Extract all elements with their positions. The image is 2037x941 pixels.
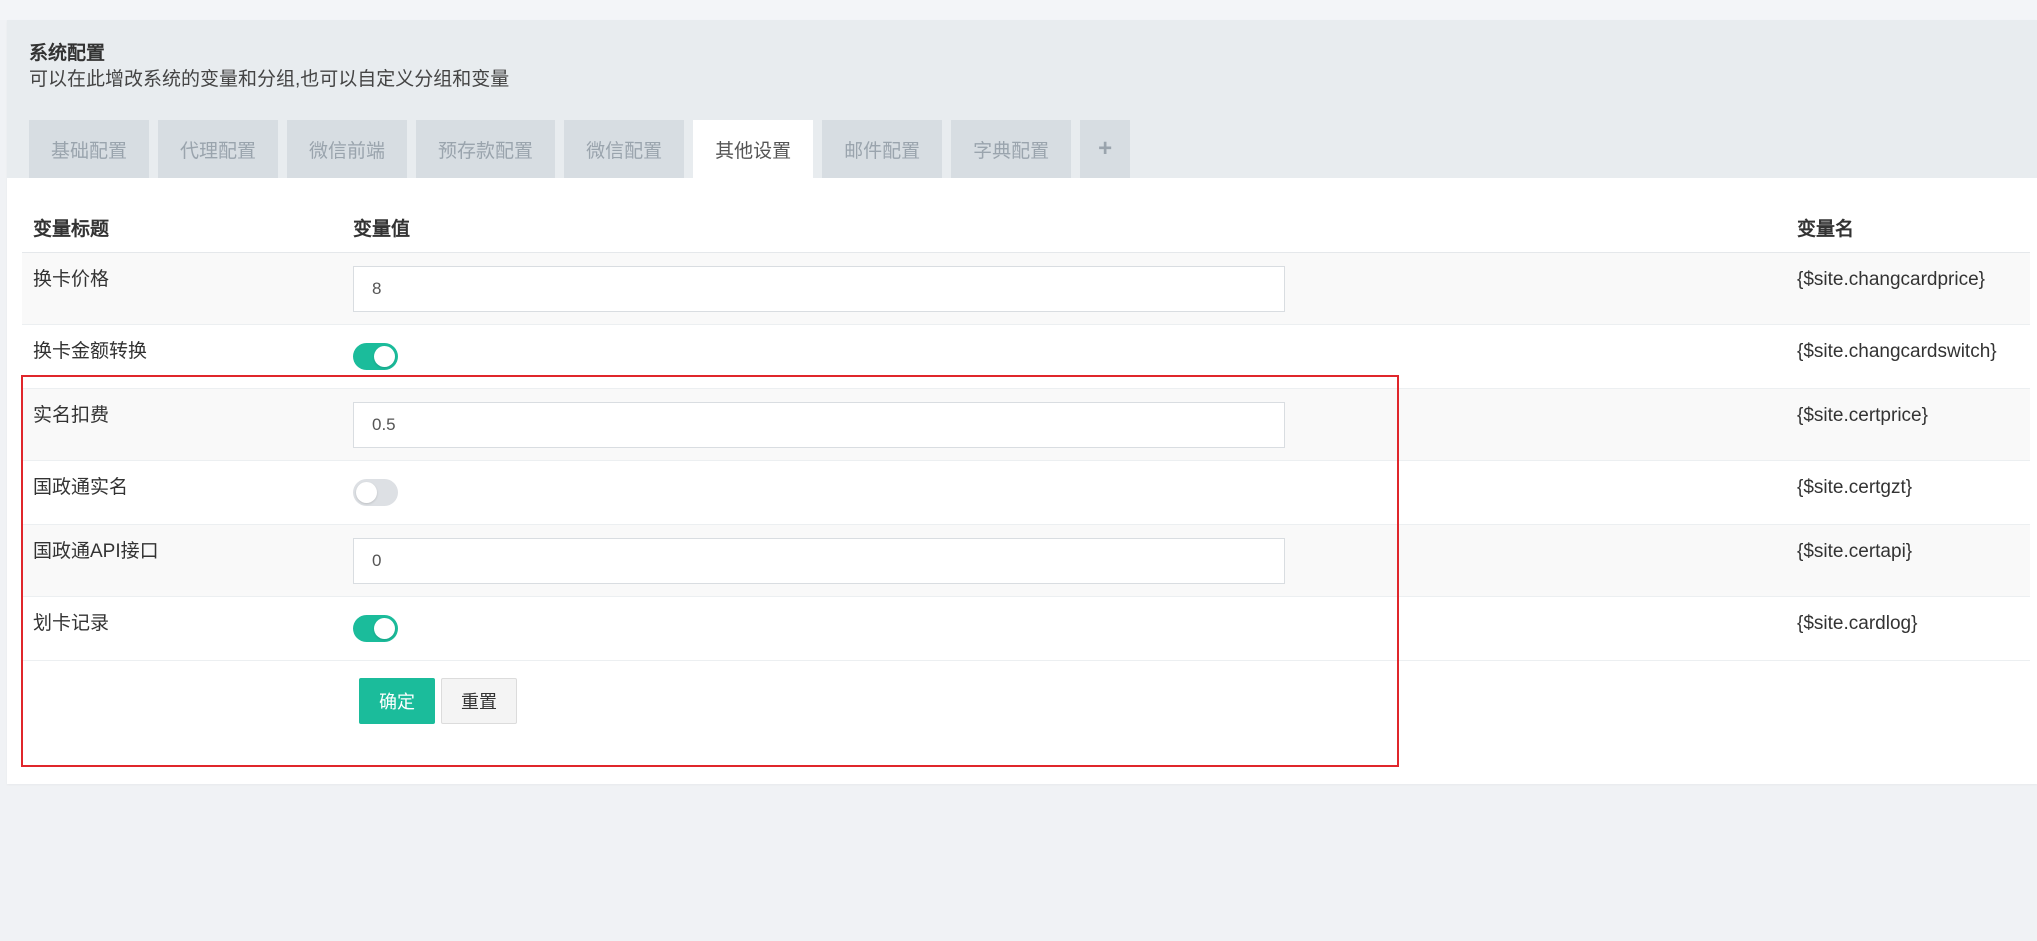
- row-variable-name: {$site.changcardswitch}: [1797, 341, 1997, 362]
- reset-button[interactable]: 重置: [441, 678, 517, 724]
- page-title: 系统配置: [29, 43, 106, 64]
- cardlog-toggle[interactable]: [353, 615, 398, 642]
- row-variable-name: {$site.changcardprice}: [1797, 269, 1986, 290]
- plus-icon: +: [1098, 135, 1113, 162]
- tab-mail-config[interactable]: 邮件配置: [822, 120, 943, 178]
- tab-agent-config[interactable]: 代理配置: [158, 120, 279, 178]
- row-title: 换卡金额转换: [33, 341, 148, 362]
- column-header-title: 变量标题: [22, 202, 353, 253]
- row-variable-name: {$site.certgzt}: [1797, 477, 1913, 498]
- tab-basic-config[interactable]: 基础配置: [29, 120, 150, 178]
- page-subtitle: 可以在此增改系统的变量和分组,也可以自定义分组和变量: [29, 69, 510, 90]
- config-table: 变量标题 变量值 变量名 换卡价格 {$site.changcardprice}…: [22, 202, 2030, 661]
- table-header-row: 变量标题 变量值 变量名: [22, 202, 2030, 253]
- tab-wechat-config[interactable]: 微信配置: [564, 120, 685, 178]
- certgzt-toggle[interactable]: [353, 479, 398, 506]
- column-header-name: 变量名: [1797, 202, 2030, 253]
- row-title: 国政通实名: [33, 477, 129, 498]
- table-row: 国政通API接口 {$site.certapi}: [22, 524, 2030, 597]
- tab-other-settings[interactable]: 其他设置: [693, 120, 814, 178]
- table-row: 划卡记录 {$site.cardlog}: [22, 596, 2030, 661]
- row-title: 划卡记录: [33, 613, 110, 634]
- changcardswitch-toggle[interactable]: [353, 343, 398, 370]
- top-strip: [0, 0, 2037, 20]
- row-variable-name: {$site.certapi}: [1797, 541, 1913, 562]
- row-title: 换卡价格: [33, 269, 110, 290]
- table-row: 国政通实名 {$site.certgzt}: [22, 460, 2030, 525]
- table-row: 实名扣费 {$site.certprice}: [22, 388, 2030, 461]
- toggle-knob: [356, 482, 377, 503]
- tab-wechat-frontend[interactable]: 微信前端: [287, 120, 408, 178]
- row-variable-name: {$site.cardlog}: [1797, 613, 1918, 634]
- row-title: 实名扣费: [33, 405, 110, 426]
- tab-dictionary-config[interactable]: 字典配置: [951, 120, 1072, 178]
- certapi-input[interactable]: [353, 538, 1285, 584]
- confirm-button[interactable]: 确定: [359, 678, 435, 724]
- toggle-knob: [374, 618, 395, 639]
- form-actions: 确定 重置: [359, 678, 517, 724]
- row-title: 国政通API接口: [33, 541, 159, 562]
- table-row: 换卡价格 {$site.changcardprice}: [22, 252, 2030, 325]
- tab-bar: 基础配置 代理配置 微信前端 预存款配置 微信配置 其他设置 邮件配置 字典配置…: [29, 120, 1131, 178]
- panel-header: 系统配置 可以在此增改系统的变量和分组,也可以自定义分组和变量 基础配置 代理配…: [7, 20, 2037, 178]
- row-variable-name: {$site.certprice}: [1797, 405, 1928, 426]
- column-header-value: 变量值: [353, 202, 1797, 253]
- toggle-knob: [374, 346, 395, 367]
- add-tab-button[interactable]: +: [1080, 120, 1131, 178]
- certprice-input[interactable]: [353, 402, 1285, 448]
- table-row: 换卡金额转换 {$site.changcardswitch}: [22, 324, 2030, 389]
- tab-deposit-config[interactable]: 预存款配置: [416, 120, 556, 178]
- changcardprice-input[interactable]: [353, 266, 1285, 312]
